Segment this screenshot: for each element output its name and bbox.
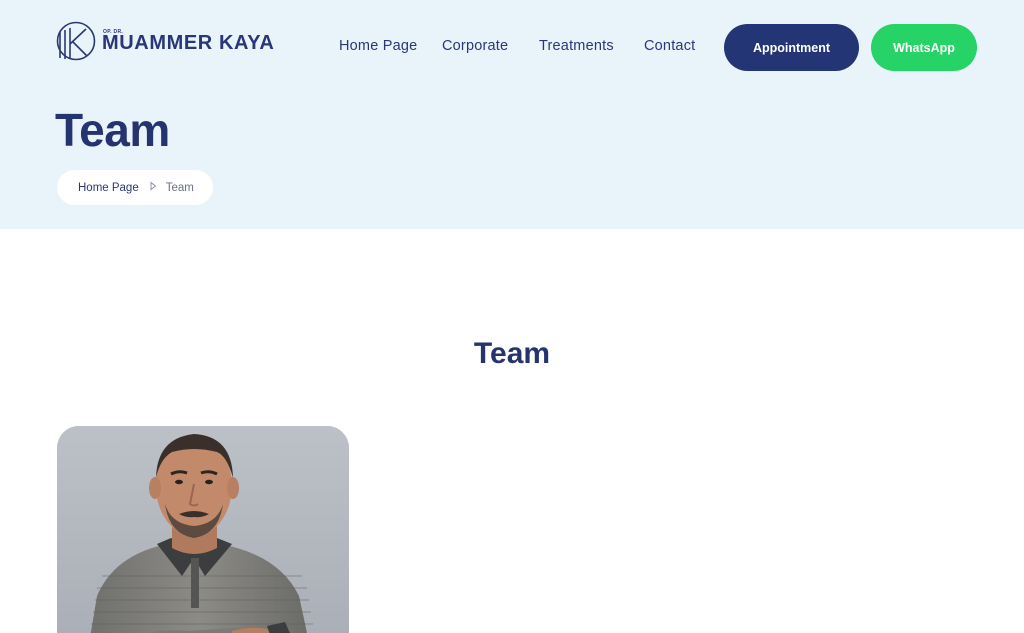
nav-contact[interactable]: Contact bbox=[644, 38, 695, 54]
breadcrumb-separator-icon bbox=[150, 180, 157, 191]
logo-name: MUAMMER KAYA bbox=[102, 32, 275, 54]
section-title: Team bbox=[473, 337, 551, 370]
appointment-button[interactable]: Appointment bbox=[724, 24, 859, 71]
breadcrumb-current: Team bbox=[165, 181, 194, 194]
team-member-photo bbox=[57, 426, 349, 633]
whatsapp-button[interactable]: WhatsApp bbox=[871, 24, 977, 71]
page-header: OP. DR. MUAMMER KAYA Home Page Corporate… bbox=[0, 0, 1024, 229]
breadcrumb: Home Page Team bbox=[57, 170, 213, 205]
nav-treatments[interactable]: Treatments bbox=[539, 38, 614, 54]
nav-corporate[interactable]: Corporate bbox=[442, 38, 508, 54]
site-logo[interactable]: OP. DR. MUAMMER KAYA bbox=[56, 21, 286, 63]
page-title: Team bbox=[55, 104, 170, 156]
nav-home[interactable]: Home Page bbox=[339, 38, 417, 54]
breadcrumb-home-link[interactable]: Home Page bbox=[78, 182, 139, 194]
team-member-card[interactable] bbox=[57, 426, 349, 633]
logo-monogram-icon bbox=[56, 21, 96, 61]
